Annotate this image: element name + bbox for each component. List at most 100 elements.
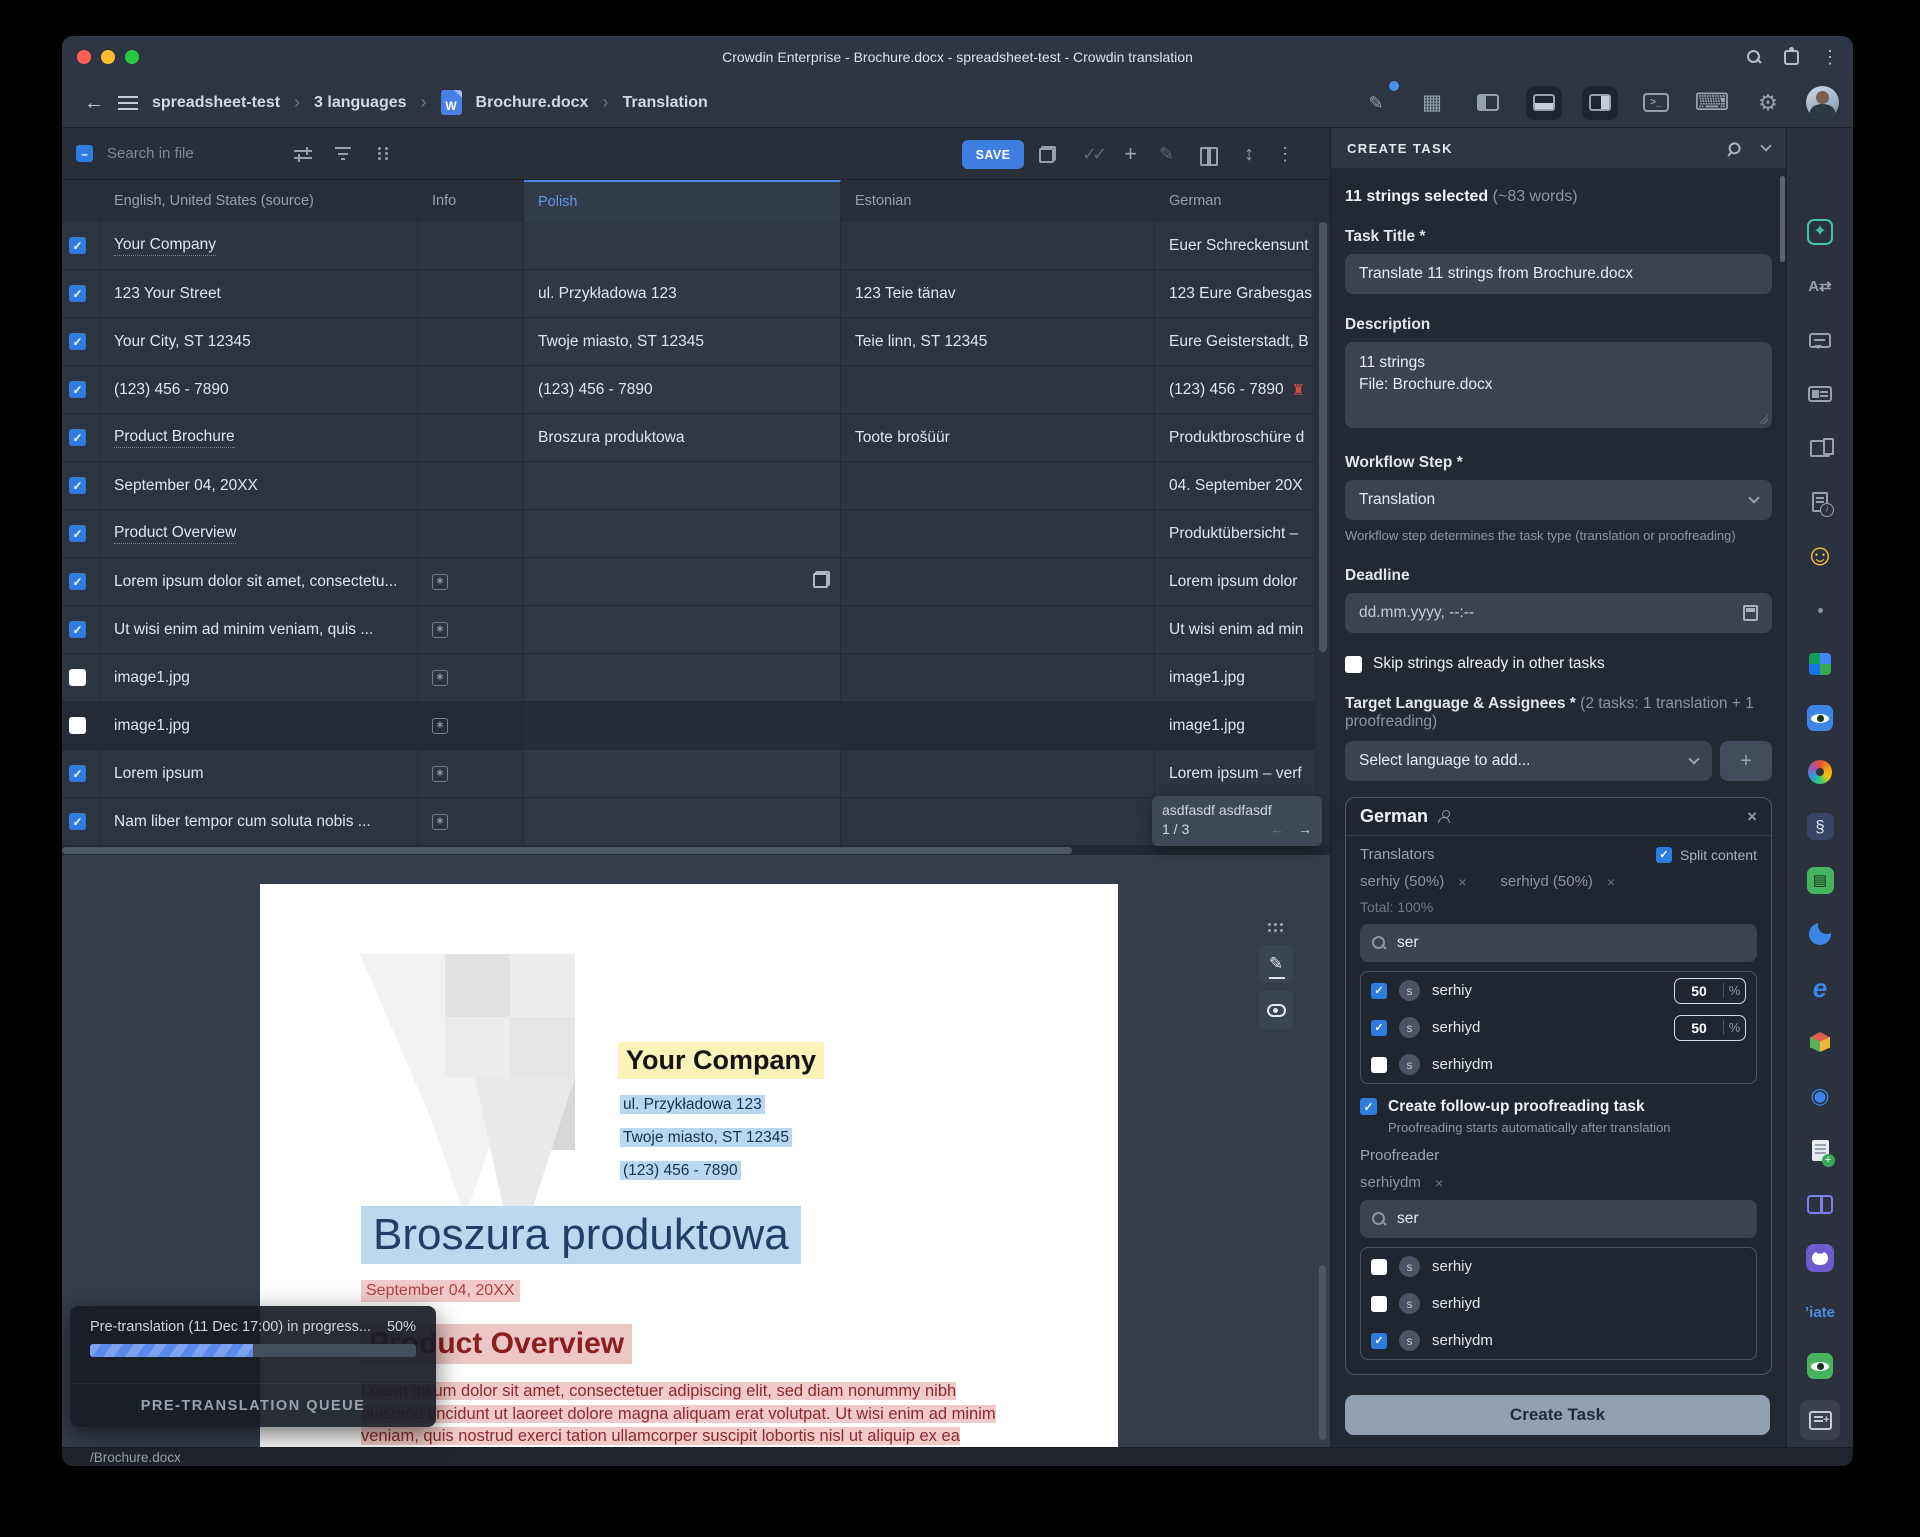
string-info-icon[interactable]: ∗ [432,766,448,782]
filter-settings-icon[interactable] [290,141,316,167]
user-avatar[interactable] [1806,86,1839,119]
assignee-option[interactable]: sserhiyd [1361,1285,1756,1322]
percent-input[interactable]: 50% [1674,1015,1746,1041]
row-checkbox[interactable]: ✓ [69,765,86,782]
split-view-icon[interactable] [1196,141,1222,167]
split-content-checkbox[interactable]: ✓ [1656,847,1672,863]
columns-options-icon[interactable] [370,141,396,167]
color-wheel-extension-icon[interactable] [1800,752,1840,792]
skip-strings-checkbox[interactable] [1345,656,1362,673]
assignee-checkbox[interactable]: ✓ [1371,983,1387,999]
dictionary-card-icon[interactable] [1800,374,1840,414]
editor-mode-icon[interactable]: ✎ [1358,86,1394,120]
layout-bottom-panel-icon[interactable] [1526,86,1562,120]
select-all-checkbox[interactable]: – [76,145,93,162]
drag-handle-icon[interactable] [1268,923,1284,933]
workflow-step-select[interactable]: Translation [1345,480,1772,520]
table-row[interactable]: ✓Lorem ipsum dolor sit amet, consectetu.… [62,558,1330,606]
save-button[interactable]: SAVE [962,140,1024,169]
assignee-option[interactable]: ✓sserhiyd50% [1361,1009,1756,1046]
prev-page-icon[interactable]: ← [1270,821,1284,837]
e-swoosh-extension-icon[interactable]: e [1800,968,1840,1008]
table-row[interactable]: ✓September 04, 20XX04. September 20X [62,462,1330,510]
duplicate-suggestion-icon[interactable] [813,571,830,593]
percent-input[interactable]: 50% [1674,978,1746,1004]
next-page-icon[interactable]: → [1298,821,1312,837]
table-horizontal-scrollbar[interactable] [62,846,1330,855]
doc-plus-extension-icon[interactable] [1800,1130,1840,1170]
settings-gear-icon[interactable]: ⚙ [1750,86,1786,120]
deadline-input[interactable]: dd.mm.yyyy, --:-- [1345,593,1772,633]
filter-icon[interactable] [330,141,356,167]
row-checkbox[interactable]: ✓ [69,429,86,446]
string-info-icon[interactable]: ∗ [432,814,448,830]
pin-panel-icon[interactable] [1722,137,1743,158]
table-row[interactable]: ✓Lorem ipsum∗Lorem ipsum – verf [62,750,1330,798]
comments-icon[interactable] [1800,320,1840,360]
blue-eye-extension-icon[interactable] [1800,698,1840,738]
row-checkbox[interactable]: ✓ [69,525,86,542]
more-options-icon[interactable]: ⋮ [1276,145,1294,163]
row-checkbox[interactable]: ✓ [69,621,86,638]
table-row[interactable]: ✓Ut wisi enim ad minim veniam, quis ...∗… [62,606,1330,654]
media-eye-extension-icon[interactable]: ◉ [1800,1076,1840,1116]
assignee-checkbox[interactable]: ✓ [1371,1333,1387,1349]
string-info-icon[interactable]: ∗ [432,574,448,590]
assignee-option[interactable]: ✓sserhiydm [1361,1322,1756,1359]
expand-rows-icon[interactable]: ↕ [1244,144,1254,164]
bird-extension-icon[interactable] [1800,914,1840,954]
table-row[interactable]: ✓123 Your Streetul. Przykładowa 123123 T… [62,270,1330,318]
breadcrumb-languages[interactable]: 3 languages [314,94,406,112]
table-row[interactable]: ✓Your City, ST 12345Twoje miasto, ST 123… [62,318,1330,366]
remove-language-icon[interactable]: × [1747,807,1757,827]
create-task-button[interactable]: Create Task [1345,1395,1770,1435]
extensions-icon[interactable] [1784,50,1799,65]
table-row[interactable]: ✓Product OverviewProduktübersicht – [62,510,1330,558]
remove-tag-icon[interactable]: × [1458,874,1466,890]
column-header-polish[interactable]: Polish [524,180,841,222]
layout-left-panel-icon[interactable] [1470,86,1506,120]
preview-visibility-button[interactable] [1258,991,1294,1029]
reader-pages-extension-icon[interactable] [1800,1184,1840,1224]
string-info-icon[interactable]: ∗ [432,718,448,734]
remove-tag-icon[interactable]: × [1607,874,1615,890]
preview-scrollbar[interactable] [1319,1265,1326,1440]
approve-all-icon[interactable]: ✓✓ [1082,145,1102,163]
row-checkbox[interactable]: ✓ [69,237,86,254]
layout-right-panel-icon[interactable] [1582,86,1618,120]
remove-tag-icon[interactable]: × [1435,1175,1443,1191]
language-select[interactable]: Select language to add... [1345,741,1712,781]
preview-address-line[interactable]: (123) 456 - 7890 [620,1162,741,1180]
table-row[interactable]: ✓Your CompanyEuer Schreckensunt [62,222,1330,270]
assignee-checkbox[interactable] [1371,1296,1387,1312]
table-row[interactable]: image1.jpg∗image1.jpg [62,702,1330,750]
color-squares-extension-icon[interactable] [1800,644,1840,684]
row-checkbox[interactable]: ✓ [69,285,86,302]
row-checkbox[interactable] [69,669,86,686]
column-header-estonian[interactable]: Estonian [841,180,1155,222]
section-sign-extension-icon[interactable]: § [1800,806,1840,846]
row-checkbox[interactable]: ✓ [69,333,86,350]
machine-translation-icon[interactable]: A⇄ [1800,266,1840,306]
edit-string-icon[interactable]: ✎ [1159,145,1174,163]
breadcrumb-project[interactable]: spreadsheet-test [152,94,280,112]
row-checkbox[interactable]: ✓ [69,813,86,830]
assignee-option[interactable]: sserhiy [1361,1248,1756,1285]
grid-view-icon[interactable]: ▦ [1414,86,1450,120]
description-textarea[interactable]: 11 strings File: Brochure.docx [1345,342,1772,428]
preview-edit-button[interactable]: ✎ [1258,945,1294,983]
breadcrumb-file[interactable]: Brochure.docx [476,94,589,112]
add-language-button[interactable]: + [1720,741,1772,781]
row-checkbox[interactable]: ✓ [69,381,86,398]
row-checkbox[interactable]: ✓ [69,477,86,494]
row-checkbox[interactable] [69,717,86,734]
console-icon[interactable]: >_ [1638,86,1674,120]
iate-logo[interactable]: ’iate [1800,1292,1840,1332]
chevron-down-icon[interactable] [1760,140,1771,151]
cube-extension-icon[interactable] [1800,1022,1840,1062]
string-info-icon[interactable]: ∗ [432,670,448,686]
assignee-checkbox[interactable]: ✓ [1371,1020,1387,1036]
glossary-book-icon[interactable] [1800,428,1840,468]
preview-company-name[interactable]: Your Company [618,1042,824,1079]
table-row[interactable]: ✓(123) 456 - 7890(123) 456 - 7890(123) 4… [62,366,1330,414]
